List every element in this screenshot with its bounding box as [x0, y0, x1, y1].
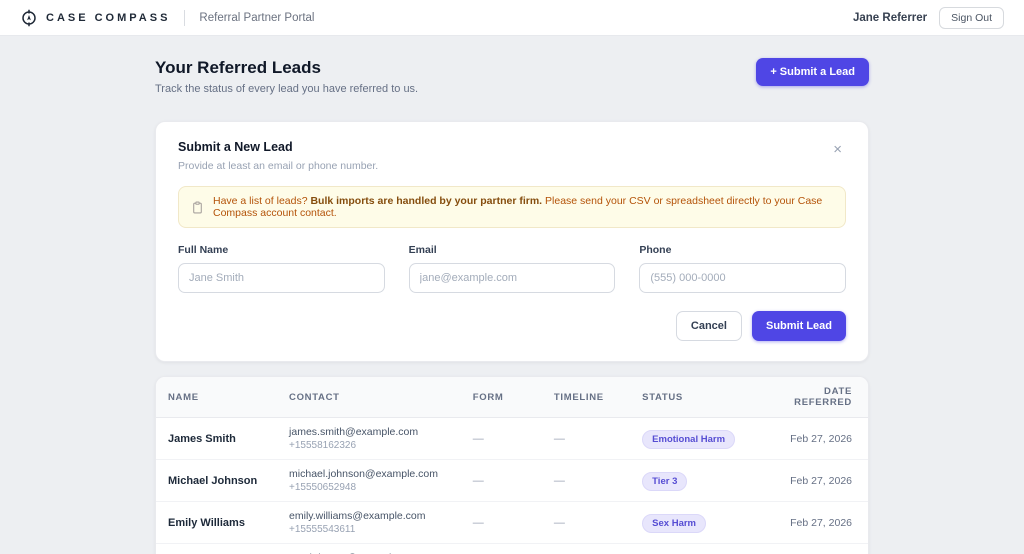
bulk-import-banner: Have a list of leads? Bulk imports are h… [178, 186, 846, 228]
top-bar: CASE COMPASS Referral Partner Portal Jan… [0, 0, 1024, 36]
col-header-date-referred: DATE REFERRED [775, 377, 868, 418]
lead-form: — [460, 501, 542, 544]
lead-contact: michael.johnson@example.com +15550652948 [277, 459, 461, 502]
user-name: Jane Referrer [852, 11, 928, 24]
page-header: Your Referred Leads Track the status of … [155, 58, 869, 95]
clipboard-icon [191, 201, 204, 214]
page-subtitle: Track the status of every lead you have … [155, 83, 419, 95]
lead-contact: sarah.brown@example.com +15555355056 [277, 543, 461, 554]
col-header-timeline: TIMELINE [541, 377, 631, 418]
lead-phone: +15558162326 [289, 440, 357, 451]
lead-status-cell: Disqualified [630, 543, 776, 554]
lead-phone: +15550652948 [289, 482, 357, 493]
lead-status-cell: Sex Harm [630, 501, 776, 544]
lead-email: james.smith@example.com [289, 426, 419, 438]
header-right: Jane Referrer Sign Out [852, 6, 1004, 29]
phone-label: Phone [639, 244, 672, 256]
table-header: NAME CONTACT FORM TIMELINE STATUS DATE R… [156, 377, 868, 418]
lead-name: James Smith [168, 432, 236, 445]
leads-table-card: NAME CONTACT FORM TIMELINE STATUS DATE R… [155, 376, 869, 554]
lead-name: Michael Johnson [156, 459, 278, 502]
email-field-group: Email [408, 244, 616, 293]
email-label: Email [408, 244, 437, 256]
sign-out-button[interactable]: Sign Out [939, 6, 1004, 29]
email-input[interactable] [408, 263, 616, 293]
phone-input[interactable] [639, 263, 847, 293]
lead-form: — [472, 432, 484, 445]
form-head-text: Submit a New Lead Provide at least an em… [178, 140, 378, 172]
leads-table: NAME CONTACT FORM TIMELINE STATUS DATE R… [156, 377, 868, 554]
lead-timeline: — [541, 459, 631, 502]
form-title: Submit a New Lead [178, 140, 293, 154]
lead-email: emily.williams@example.com [289, 510, 426, 522]
submit-lead-button[interactable]: Submit Lead [751, 311, 846, 341]
form-actions: Cancel Submit Lead [178, 311, 846, 341]
brand: CASE COMPASS [20, 9, 170, 27]
lead-timeline: — [541, 543, 631, 554]
col-header-contact: CONTACT [277, 377, 461, 418]
lead-timeline: — [553, 432, 565, 445]
status-badge: Sex Harm [642, 513, 707, 533]
lead-name: Emily Williams [156, 501, 278, 544]
full-name-field-group: Full Name [178, 244, 385, 293]
lead-date-referred: Feb 27, 2026 [790, 432, 852, 445]
lead-status-cell: Tier 3 [630, 459, 776, 502]
form-head: Submit a New Lead Provide at least an em… [178, 140, 846, 172]
status-badge: Tier 3 [642, 471, 688, 491]
lead-date-referred: Feb 27, 2026 [775, 543, 868, 554]
compass-logo-icon [20, 9, 38, 27]
lead-date-referred: Feb 27, 2026 [775, 501, 868, 544]
brand-name: CASE COMPASS [46, 11, 171, 24]
banner-text: Have a list of leads? Bulk imports are h… [213, 195, 823, 219]
full-name-label: Full Name [178, 244, 229, 256]
submit-a-lead-button[interactable]: + Submit a Lead [756, 58, 869, 86]
portal-label: Referral Partner Portal [199, 11, 315, 24]
table-row: James Smith james.smith@example.com +155… [156, 418, 868, 460]
lead-date-referred: Feb 27, 2026 [775, 459, 868, 502]
table-row: Michael Johnson michael.johnson@example.… [156, 459, 868, 502]
full-name-input[interactable] [178, 263, 385, 293]
lead-email: michael.johnson@example.com [289, 468, 439, 480]
table-row: Sarah Brown sarah.brown@example.com +155… [156, 543, 868, 554]
col-header-name: NAME [156, 377, 278, 418]
page-title: Your Referred Leads [155, 58, 321, 77]
close-icon[interactable]: × [829, 140, 846, 159]
col-header-form: FORM [460, 377, 542, 418]
lead-status-cell: Emotional Harm [630, 418, 775, 460]
main-content: Your Referred Leads Track the status of … [155, 58, 869, 554]
lead-contact: james.smith@example.com +15558162326 [277, 418, 461, 460]
lead-timeline: — [541, 501, 631, 544]
status-badge: Emotional Harm [642, 429, 736, 449]
header-divider [184, 9, 186, 26]
lead-contact: emily.williams@example.com +15555543611 [277, 501, 461, 544]
lead-form: — [460, 459, 542, 502]
form-subtitle: Provide at least an email or phone numbe… [178, 160, 379, 172]
page-header-text: Your Referred Leads Track the status of … [155, 58, 418, 95]
lead-phone: +15555543611 [289, 524, 356, 535]
cancel-button[interactable]: Cancel [675, 311, 742, 341]
lead-form: — [460, 543, 542, 554]
table-body: James Smith james.smith@example.com +155… [156, 418, 868, 554]
table-row: Emily Williams emily.williams@example.co… [156, 501, 868, 544]
submit-lead-form-card: Submit a New Lead Provide at least an em… [155, 121, 869, 362]
lead-name: Sarah Brown [156, 543, 278, 554]
phone-field-group: Phone [639, 244, 847, 293]
col-header-status: STATUS [630, 377, 776, 418]
form-fields: Full Name Email Phone [178, 244, 847, 293]
